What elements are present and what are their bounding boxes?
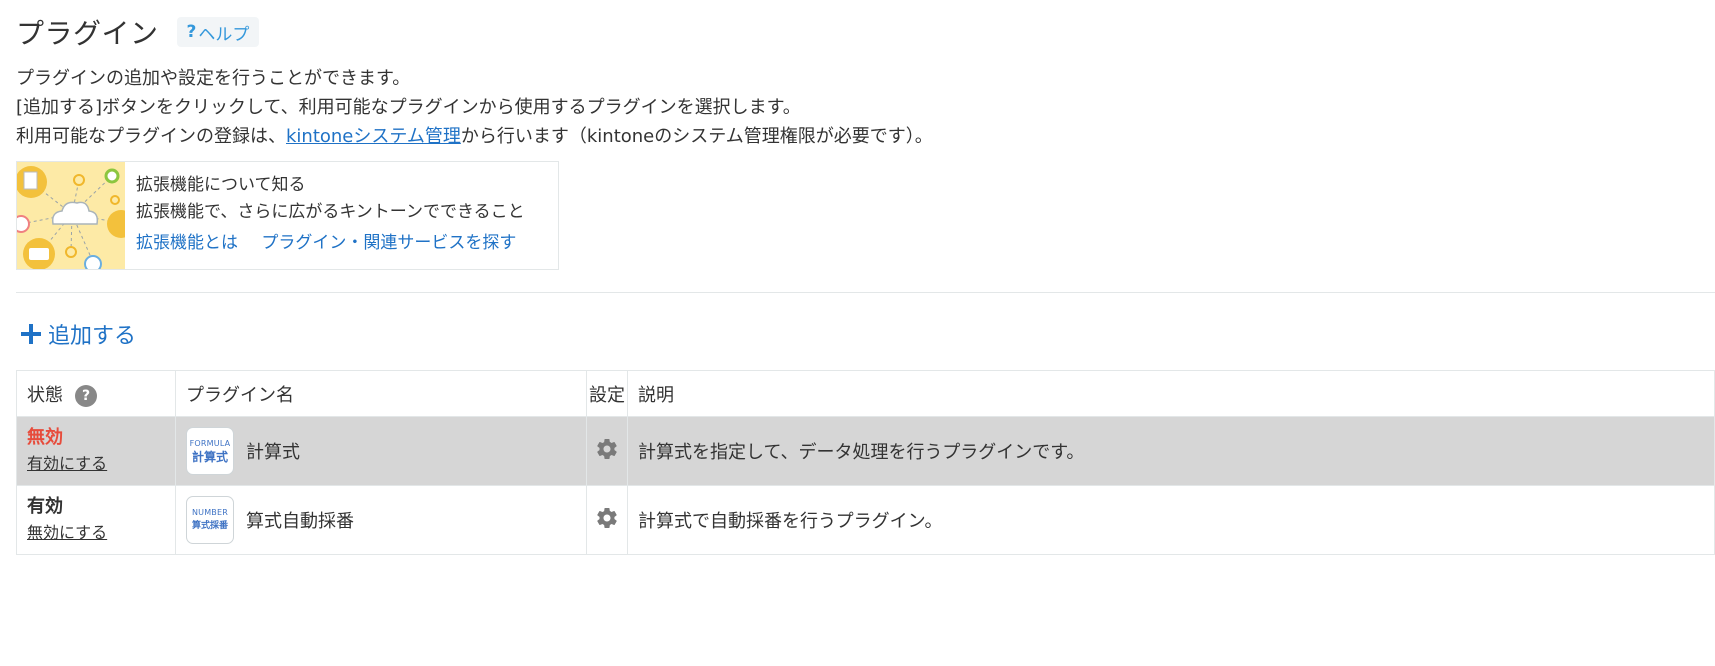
description-line-3-prefix: 利用可能なプラグインの登録は、 xyxy=(16,126,286,147)
state-cell: 無効 有効にする xyxy=(16,416,176,486)
plugin-name: 算式自動採番 xyxy=(246,511,354,532)
plugin-name: 計算式 xyxy=(246,442,300,463)
table-row: 無効 有効にする FORMULA 計算式 計算式 計算式を指定して、データ処理を… xyxy=(16,416,1715,486)
description-line-1: プラグインの追加や設定を行うことができます。 xyxy=(16,68,411,89)
plugin-description: 計算式を指定して、データ処理を行うプラグインです。 xyxy=(627,416,1715,486)
help-question-icon: ? xyxy=(186,22,197,42)
table-header-row: 状態? プラグイン名 設定 説明 xyxy=(16,370,1715,417)
extension-card: 拡張機能について知る 拡張機能で、さらに広がるキントーンでできること 拡張機能と… xyxy=(16,161,559,270)
cloud-network-illustration xyxy=(17,162,125,269)
plugin-icon-bottom-text: 算式採番 xyxy=(191,520,228,531)
table-row: 有効 無効にする NUMBER 算式採番 算式自動採番 計算式で自動採番を行うプ… xyxy=(16,485,1715,555)
plugin-name-cell: FORMULA 計算式 計算式 xyxy=(175,416,587,486)
gear-icon[interactable] xyxy=(595,437,619,461)
header-description: 説明 xyxy=(627,370,1715,417)
header-state-label: 状態 xyxy=(27,384,63,406)
description: プラグインの追加や設定を行うことができます。 [追加する]ボタンをクリックして、… xyxy=(16,64,933,151)
state-help-icon[interactable]: ? xyxy=(75,384,97,407)
system-admin-link[interactable]: kintoneシステム管理 xyxy=(286,126,461,147)
extension-illustration xyxy=(17,162,125,269)
plugin-icon-top-text: NUMBER xyxy=(191,507,229,517)
plugin-table: 状態? プラグイン名 設定 説明 無効 有効にする FORMULA 計算式 計算… xyxy=(16,370,1715,555)
plugin-icon-top-text: FORMULA xyxy=(189,438,231,448)
page-header: プラグイン ? ヘルプ xyxy=(16,12,260,52)
disable-link[interactable]: 無効にする xyxy=(27,520,165,546)
help-label: ヘルプ xyxy=(198,24,250,45)
extension-card-links: 拡張機能とは プラグイン・関連サービスを探す xyxy=(136,230,534,257)
description-line-3-suffix: から行います（kintoneのシステム管理権限が必要です）。 xyxy=(460,126,933,147)
add-plugin-button[interactable]: 追加する xyxy=(20,318,136,350)
extension-card-title: 拡張機能について知る xyxy=(136,175,306,195)
about-extensions-link[interactable]: 拡張機能とは xyxy=(136,233,238,253)
state-label: 無効 xyxy=(27,427,63,448)
settings-cell xyxy=(586,416,628,486)
extension-card-subtitle: 拡張機能で、さらに広がるキントーンでできること xyxy=(136,202,525,222)
plugin-description: 計算式で自動採番を行うプラグイン。 xyxy=(627,485,1715,555)
find-plugins-link[interactable]: プラグイン・関連サービスを探す xyxy=(261,233,516,253)
add-plugin-label: 追加する xyxy=(48,324,137,349)
header-settings: 設定 xyxy=(586,370,628,417)
formula-plugin-icon: FORMULA 計算式 xyxy=(186,427,234,475)
description-line-2: [追加する]ボタンをクリックして、利用可能なプラグインから使用するプラグインを選… xyxy=(16,97,801,118)
state-label: 有効 xyxy=(27,496,63,517)
settings-cell xyxy=(586,485,628,555)
extension-card-body: 拡張機能について知る 拡張機能で、さらに広がるキントーンでできること 拡張機能と… xyxy=(125,162,534,269)
divider xyxy=(16,292,1715,293)
state-cell: 有効 無効にする xyxy=(16,485,176,555)
plus-icon xyxy=(20,323,42,345)
header-plugin-name: プラグイン名 xyxy=(175,370,587,417)
enable-link[interactable]: 有効にする xyxy=(27,451,165,477)
plugin-icon-bottom-text: 計算式 xyxy=(191,449,228,464)
header-state: 状態? xyxy=(16,370,176,417)
description-line-3: 利用可能なプラグインの登録は、kintoneシステム管理から行います（kinto… xyxy=(16,122,933,151)
plugin-name-cell: NUMBER 算式採番 算式自動採番 xyxy=(175,485,587,555)
help-button[interactable]: ? ヘルプ xyxy=(176,17,260,47)
page-title: プラグイン xyxy=(16,17,159,50)
gear-icon[interactable] xyxy=(595,506,619,530)
number-plugin-icon: NUMBER 算式採番 xyxy=(186,496,234,544)
